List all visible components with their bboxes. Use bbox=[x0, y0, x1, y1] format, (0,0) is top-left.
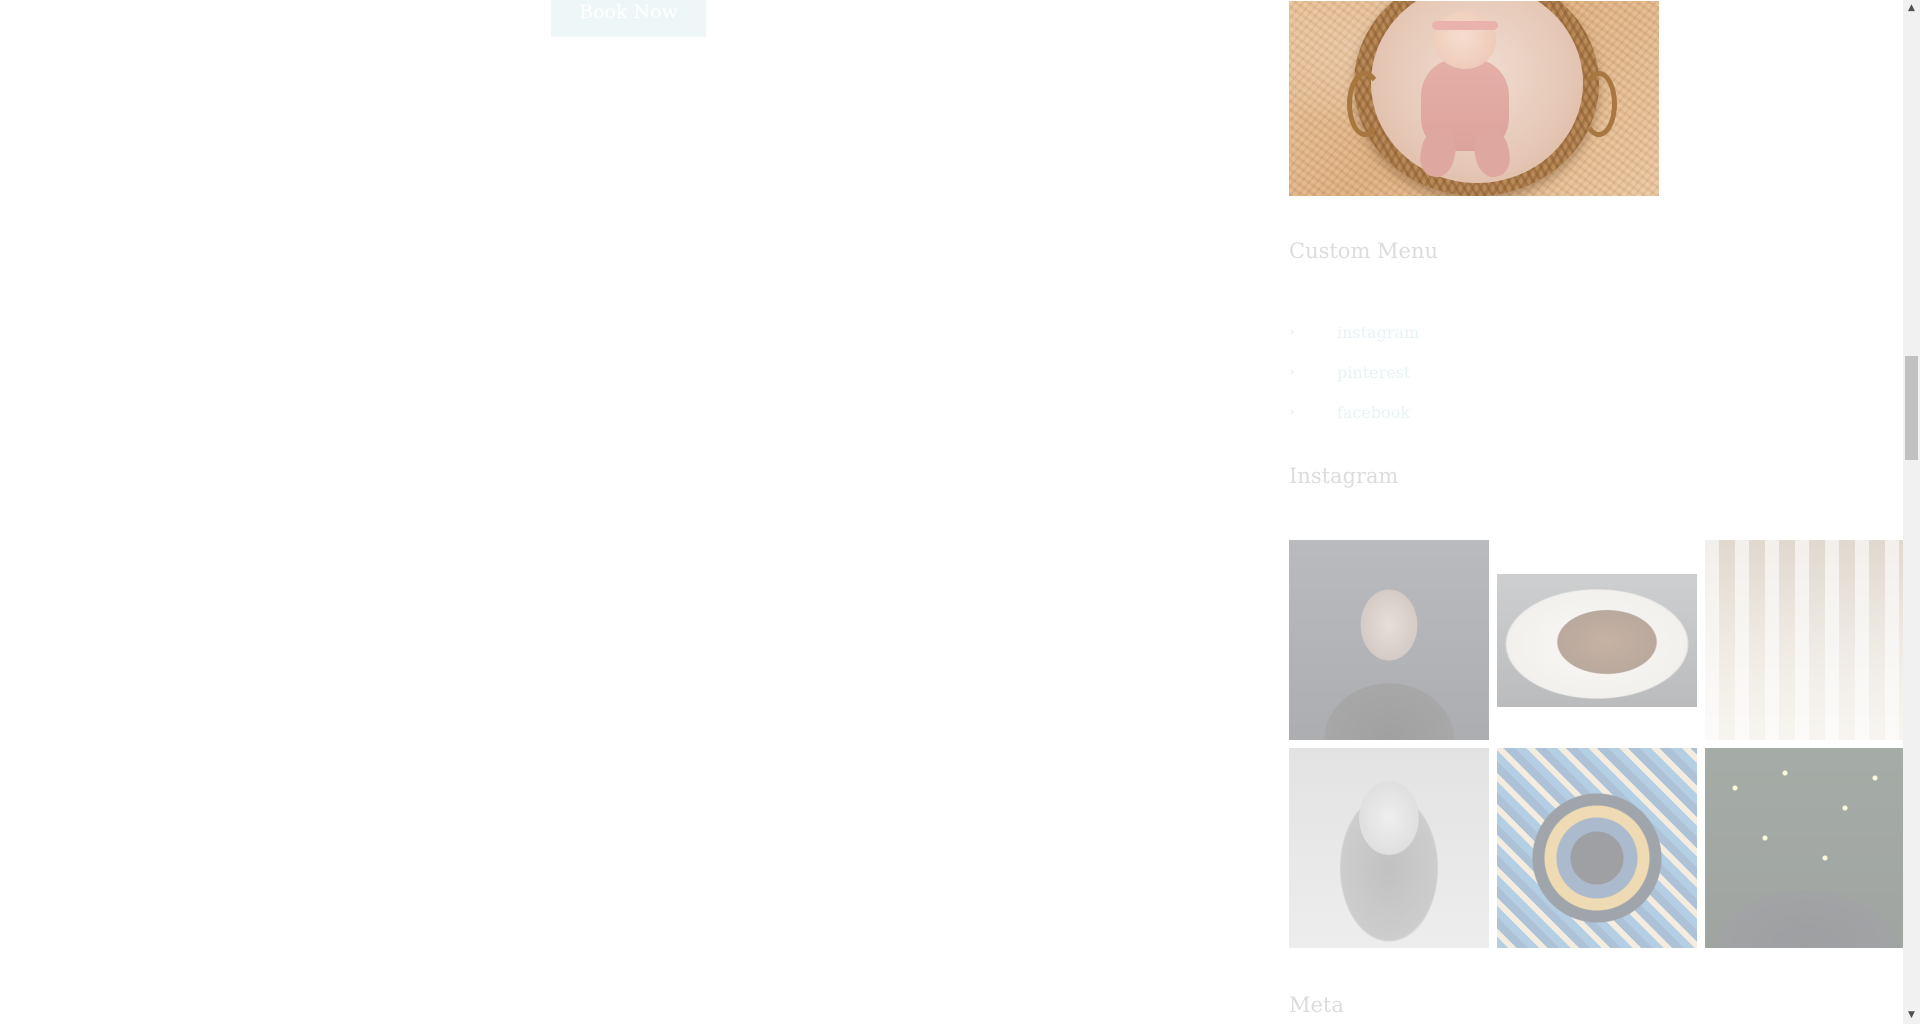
chevron-right-icon: › bbox=[1289, 404, 1295, 420]
scroll-down-arrow-icon[interactable]: ▼ bbox=[1903, 1007, 1920, 1024]
instagram-link[interactable]: instagram bbox=[1337, 323, 1419, 342]
chevron-right-icon: › bbox=[1289, 364, 1295, 380]
facebook-link[interactable]: facebook bbox=[1337, 403, 1410, 422]
pinterest-link[interactable]: pinterest bbox=[1337, 363, 1410, 382]
basket-handle-right bbox=[1581, 71, 1617, 137]
custom-menu-title: Custom Menu bbox=[1289, 239, 1439, 263]
book-now-button[interactable]: Book Now bbox=[551, 0, 706, 37]
custom-menu-item-facebook: › facebook bbox=[1289, 392, 1419, 432]
custom-menu-list: › instagram › pinterest › facebook bbox=[1289, 312, 1419, 432]
scrollbar-thumb[interactable] bbox=[1905, 356, 1918, 460]
basket-handle-left bbox=[1347, 71, 1383, 137]
instagram-photo-man-glasses[interactable] bbox=[1289, 540, 1489, 740]
baby-headband-shape bbox=[1432, 21, 1498, 30]
instagram-photo-camera-lens[interactable] bbox=[1497, 748, 1697, 948]
page: Book Now Custom Menu › instagram › pinte… bbox=[0, 0, 1920, 1024]
instagram-photo-chefs-kitchen[interactable] bbox=[1705, 540, 1905, 740]
custom-menu-item-instagram: › instagram bbox=[1289, 312, 1419, 352]
chevron-right-icon: › bbox=[1289, 324, 1295, 340]
meta-title: Meta bbox=[1289, 993, 1344, 1017]
instagram-photo-woman-portrait[interactable] bbox=[1289, 748, 1489, 948]
scroll-up-arrow-icon[interactable]: ▲ bbox=[1903, 0, 1920, 17]
instagram-photo-food-plate[interactable] bbox=[1497, 574, 1697, 707]
baby-head-shape bbox=[1434, 11, 1496, 69]
newborn-baby-basket-image bbox=[1289, 1, 1659, 196]
vertical-scrollbar[interactable]: ▲ ▼ bbox=[1903, 0, 1920, 1024]
instagram-title: Instagram bbox=[1289, 464, 1399, 488]
instagram-photo-night-lights[interactable] bbox=[1705, 748, 1905, 948]
custom-menu-item-pinterest: › pinterest bbox=[1289, 352, 1419, 392]
sidebar: Custom Menu › instagram › pinterest › fa… bbox=[1289, 0, 1905, 1024]
